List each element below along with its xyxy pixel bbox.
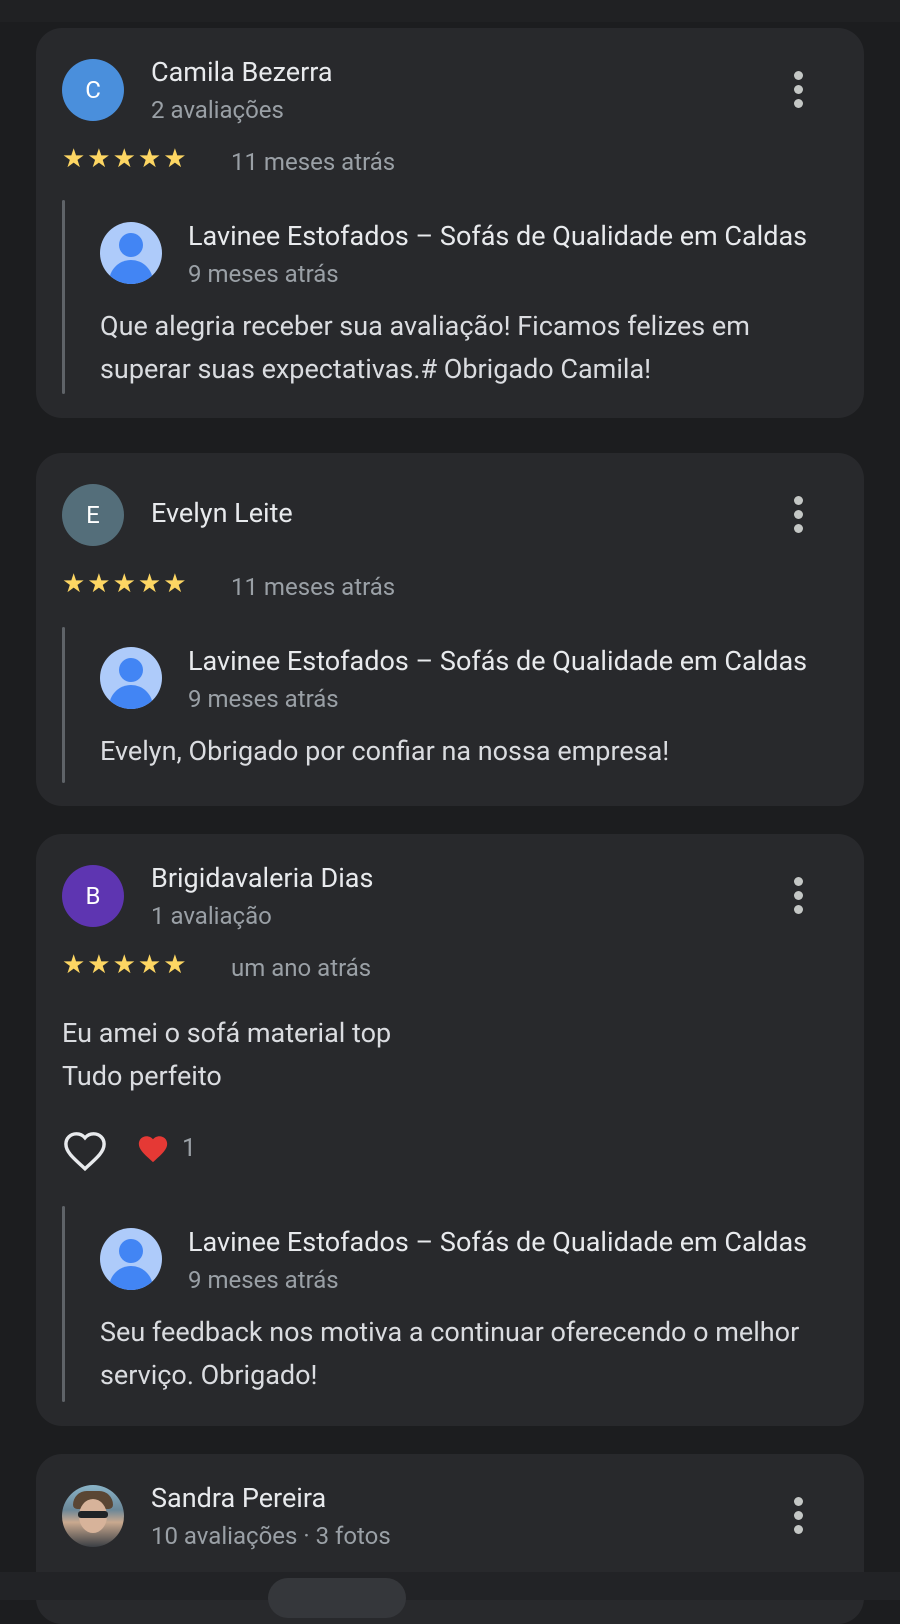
review-text: Eu amei o sofá material top Tudo perfeit… <box>62 1012 822 1098</box>
reviewer-review-count: 2 avaliações <box>151 96 284 124</box>
more-options-button[interactable] <box>778 66 818 112</box>
avatar-initial: C <box>85 76 101 104</box>
star-rating: ★★★★★ <box>62 950 189 980</box>
review-text-line: Tudo perfeito <box>62 1060 222 1092</box>
owner-name: Lavinee Estofados – Sofás de Qualidade e… <box>188 1226 808 1258</box>
review-card: E Evelyn Leite ★★★★★ 11 meses atrás Lavi… <box>36 453 864 806</box>
reviewer-photo-avatar[interactable] <box>62 1485 124 1547</box>
review-date: um ano atrás <box>231 954 372 982</box>
review-date: 11 meses atrás <box>231 573 396 601</box>
nav-active-indicator[interactable] <box>268 1578 406 1618</box>
review-date: 11 meses atrás <box>231 148 396 176</box>
more-options-button[interactable] <box>778 1492 818 1538</box>
owner-reply-text: Seu feedback nos motiva a continuar ofer… <box>100 1316 800 1391</box>
more-options-button[interactable] <box>778 872 818 918</box>
reply-divider <box>62 1206 65 1402</box>
review-card: B Brigidavaleria Dias 1 avaliação ★★★★★ … <box>36 834 864 1426</box>
reviewer-name[interactable]: Camila Bezerra <box>151 56 333 88</box>
reply-divider <box>62 200 65 394</box>
reviewer-name[interactable]: Evelyn Leite <box>151 497 293 529</box>
red-heart-icon <box>136 1132 170 1166</box>
review-text-line: Eu amei o sofá material top <box>62 1017 392 1049</box>
reviewer-review-count: 1 avaliação <box>151 902 272 930</box>
more-options-button[interactable] <box>778 491 818 537</box>
reviewer-name[interactable]: Brigidavaleria Dias <box>151 862 373 894</box>
owner-name: Lavinee Estofados – Sofás de Qualidade e… <box>188 220 808 252</box>
reply-date: 9 meses atrás <box>188 685 339 713</box>
owner-name: Lavinee Estofados – Sofás de Qualidade e… <box>188 645 808 677</box>
reviewer-avatar[interactable]: B <box>62 865 124 927</box>
reply-divider <box>62 627 65 783</box>
avatar-initial: B <box>85 882 101 910</box>
owner-reply-text: Que alegria receber sua avaliação! Ficam… <box>100 310 750 385</box>
status-bar-strip <box>0 0 900 22</box>
owner-avatar-icon <box>100 647 162 709</box>
reviewer-review-count: 10 avaliações · 3 fotos <box>151 1522 391 1550</box>
reviewer-avatar[interactable]: C <box>62 59 124 121</box>
heart-outline-icon[interactable] <box>62 1130 108 1172</box>
bottom-navigation <box>0 1572 900 1618</box>
star-rating: ★★★★★ <box>62 569 189 599</box>
reviewer-name[interactable]: Sandra Pereira <box>151 1482 326 1514</box>
reply-date: 9 meses atrás <box>188 1266 339 1294</box>
owner-avatar-icon <box>100 222 162 284</box>
review-card: C Camila Bezerra 2 avaliações ★★★★★ 11 m… <box>36 28 864 418</box>
star-rating: ★★★★★ <box>62 144 189 174</box>
avatar-initial: E <box>86 501 100 529</box>
owner-reply-text: Evelyn, Obrigado por confiar na nossa em… <box>100 735 670 767</box>
like-count: 1 <box>182 1134 197 1163</box>
reviewer-avatar[interactable]: E <box>62 484 124 546</box>
reply-date: 9 meses atrás <box>188 260 339 288</box>
owner-avatar-icon <box>100 1228 162 1290</box>
